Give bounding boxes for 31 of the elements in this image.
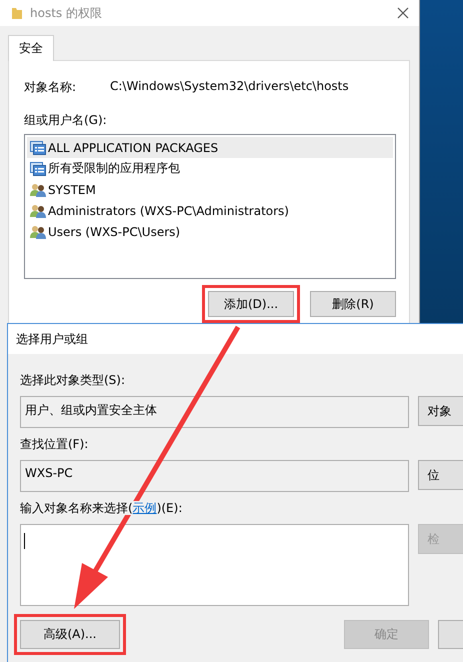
object-path: C:\Windows\System32\drivers\etc\hosts: [110, 79, 349, 95]
object-types-field: 用户、组或内置安全主体: [20, 396, 410, 428]
package-group-icon: [30, 162, 46, 176]
location-field: WXS-PC: [20, 460, 410, 492]
object-names-input[interactable]: [20, 524, 410, 606]
list-item[interactable]: Users (WXS-PC\Users): [27, 221, 393, 242]
close-icon[interactable]: [397, 7, 409, 19]
folder-icon: [12, 7, 22, 19]
examples-link[interactable]: 示例: [132, 501, 157, 515]
location-label: 查找位置(F):: [20, 436, 90, 453]
package-group-icon: [30, 140, 46, 154]
window-title: hosts 的权限: [30, 4, 103, 22]
dialog-button[interactable]: 添加(D)...: [208, 291, 294, 317]
names-label: 输入对象名称来选择(示例)(E):: [20, 501, 182, 515]
list-item[interactable]: SYSTEM: [27, 179, 393, 200]
list-item[interactable]: ALL APPLICATION PACKAGES: [27, 137, 393, 158]
user-list[interactable]: ALL APPLICATION PACKAGES 所有受限制的应用程序包 SYSTEM Administrators (WXS-PC\Administrators) Users (WXS-PC\Users): [24, 134, 396, 279]
users-label: 组或用户名(G):: [24, 112, 108, 129]
dialog-button[interactable]: 删除(R): [310, 291, 396, 317]
list-item[interactable]: Administrators (WXS-PC\Administrators): [27, 200, 393, 221]
locations-button[interactable]: 位: [418, 460, 463, 490]
dialog-title: 选择用户或组: [16, 330, 88, 348]
object-name-label: 对象名称:: [24, 79, 78, 96]
list-item[interactable]: 所有受限制的应用程序包: [27, 158, 393, 179]
object-types-button[interactable]: 对象: [418, 396, 463, 426]
tab[interactable]: 安全: [8, 35, 54, 61]
users-icon: [30, 204, 46, 218]
users-icon: [30, 182, 46, 196]
users-icon: [30, 224, 46, 238]
object-types-label: 选择此对象类型(S):: [20, 372, 126, 389]
advanced-button[interactable]: 高级(A)...: [20, 620, 120, 649]
